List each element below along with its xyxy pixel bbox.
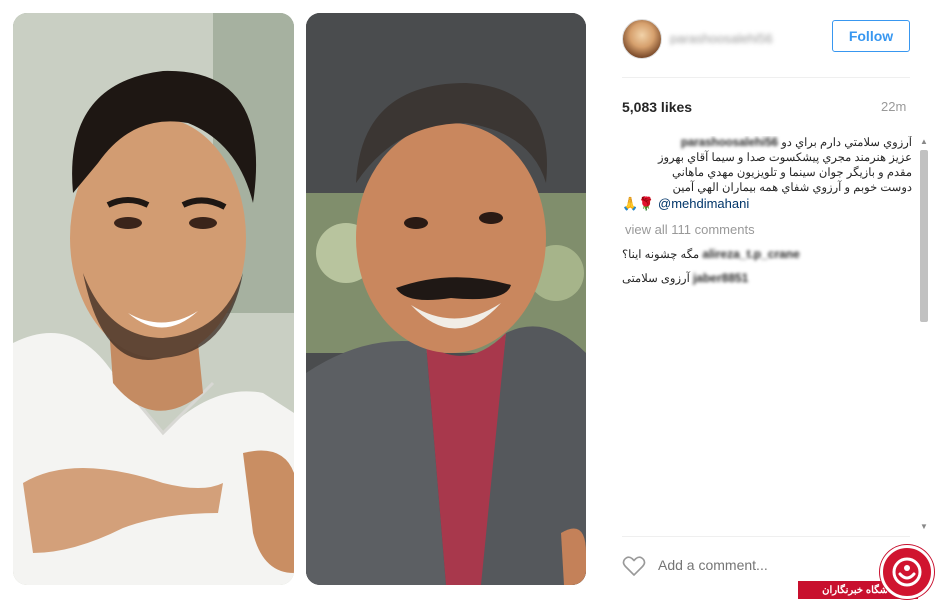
post-header: parashoosalehi56 Follow [622,17,912,61]
post-time[interactable]: 22m [881,99,906,114]
portrait-older-man [306,13,586,585]
caption-username[interactable]: parashoosalehi56 [681,137,778,149]
follow-button[interactable]: Follow [832,20,910,52]
heart-icon[interactable] [622,555,646,577]
comment-username[interactable]: jaber8851 [693,271,748,285]
view-all-comments-link[interactable]: view all 111 comments [625,222,912,237]
post-photo-right [306,13,586,585]
likes-count[interactable]: 5,083 likes [622,99,692,115]
watermark-emblem-icon [892,557,922,587]
post-side-panel: parashoosalehi56 Follow 5,083 likes 22m … [600,0,935,601]
caption-text: آرزوي سلامتي دارم براي دو [781,137,912,149]
username-link[interactable]: parashoosalehi56 [670,31,788,45]
post-photo-panel [0,0,600,601]
caption-line: عزيز هنرمند مجري پيشكسوت صدا و سيما آقاي… [657,152,912,164]
post-photo-left [13,13,294,585]
portrait-young-man [13,13,294,585]
watermark-logo: باشگاه خبرنگاران [798,545,935,601]
scroll-down-icon[interactable]: ▼ [919,521,929,531]
divider [622,536,910,537]
caption: آرزوي سلامتي دارم براي دو parashoosalehi… [622,136,912,196]
comment-username[interactable]: alireza_t.p_crane [702,247,799,261]
watermark-circle [880,545,934,599]
comment-row: alireza_t.p_crane مگه چشونه اینا؟ [622,247,912,261]
caption-line: دوست خوبم و آرزوي شفاي همه بيماران الهي … [672,182,913,194]
caption-line: آرزوي سلامتي دارم براي دو parashoosalehi… [622,136,912,151]
comments-list: آرزوي سلامتي دارم براي دو parashoosalehi… [622,136,912,526]
avatar[interactable] [622,19,662,59]
emoji-icons: 🙏🌹 [622,196,655,211]
mention-link[interactable]: @mehdimahani [658,196,749,211]
comment-text: آرزوی سلامتی [622,273,690,285]
divider [622,77,910,78]
caption-line: مقدم و بازيگر جوان سينما و تلويزيون مهدي… [672,167,912,179]
comments-scrollbar[interactable]: ▲ ▼ [917,136,931,531]
comment-text: مگه چشونه اینا؟ [622,249,700,261]
comment-row: jaber8851 آرزوی سلامتی [622,271,912,285]
caption-tail: 🙏🌹 @mehdimahani [622,196,912,212]
scroll-thumb[interactable] [920,150,928,322]
scroll-up-icon[interactable]: ▲ [919,136,929,146]
